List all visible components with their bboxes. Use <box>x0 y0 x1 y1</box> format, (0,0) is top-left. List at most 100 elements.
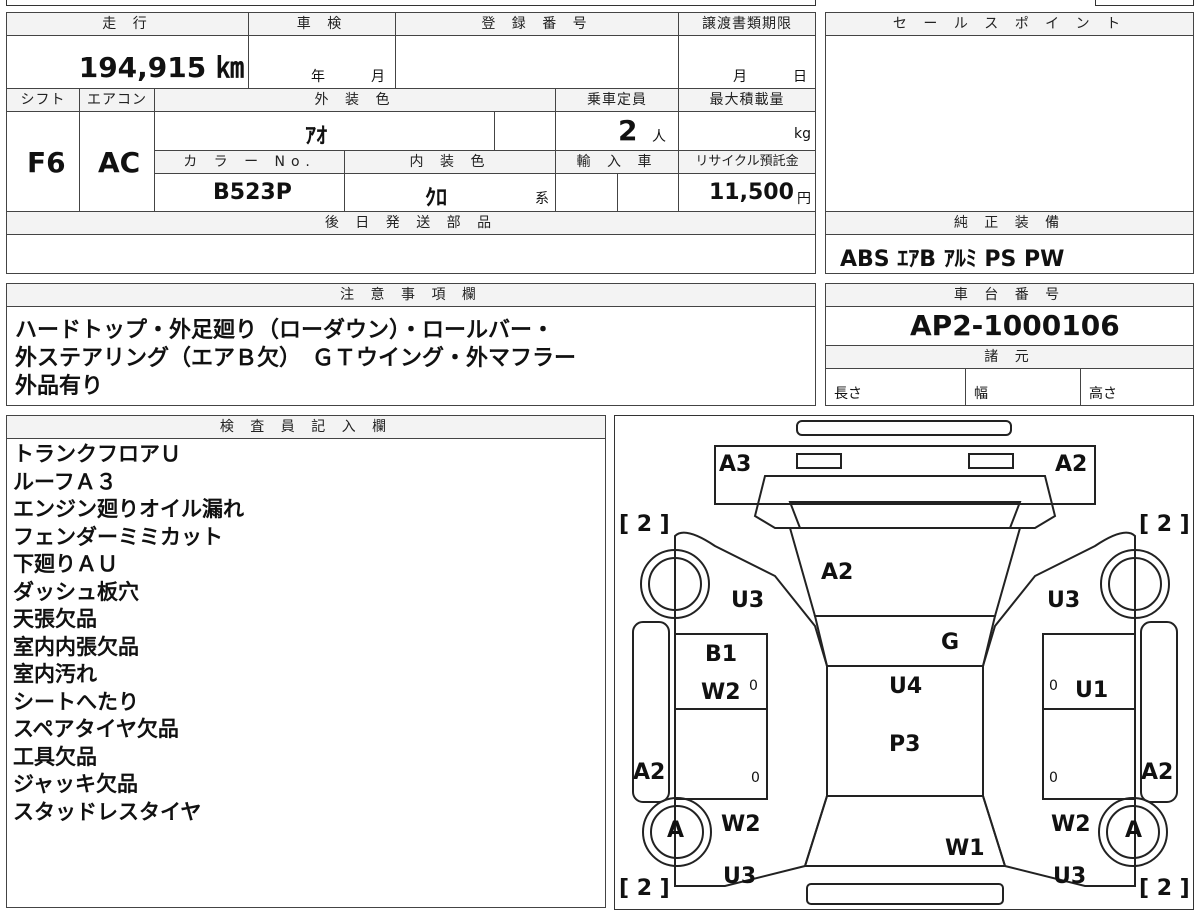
label-hood-p: P3 <box>889 732 921 757</box>
label-left-rear-door: B1 <box>705 642 738 667</box>
shift-value: F6 <box>27 146 66 179</box>
rear-lamp-left <box>796 453 842 469</box>
inspector-item: スペアタイヤ欠品 <box>13 717 179 741</box>
registration-cell <box>395 35 679 89</box>
maxload-cell: kg <box>678 111 816 151</box>
color-no-cell: B523P <box>154 173 345 212</box>
notes-label: 注 意 事 項 欄 <box>6 283 816 307</box>
color-no-value: B523P <box>213 180 292 205</box>
color-no-label: カ ラ ー No. <box>154 150 345 174</box>
recycle-cell: 11,500 円 <box>678 173 816 212</box>
inspector-item: ジャッキ欠品 <box>13 772 138 796</box>
capacity-unit: 人 <box>652 129 666 145</box>
top-strip <box>6 0 816 6</box>
label-left-front: W2 <box>721 812 761 837</box>
exterior-value: ｱｵ <box>305 124 328 149</box>
length-label: 長さ <box>834 386 862 402</box>
aircon-value: AC <box>98 146 141 179</box>
maxload-label: 最大積載量 <box>678 88 816 112</box>
mileage-label: 走 行 <box>6 12 249 36</box>
rear-window <box>788 501 1022 529</box>
label-wheel-right: A <box>1125 818 1143 843</box>
label-right-front-u: U3 <box>1053 864 1087 889</box>
notes-line: 外品有り <box>15 374 104 399</box>
label-left-sill: A2 <box>633 760 666 785</box>
notes-line: 外ステアリング（エアＢ欠） ＧＴウイング・外マフラー <box>15 346 577 371</box>
label-zero-d: 0 <box>1049 770 1058 786</box>
interior-value: ｸﾛ <box>425 186 448 211</box>
maxload-unit: kg <box>794 126 811 142</box>
label-right-front: W2 <box>1051 812 1091 837</box>
rear-lamp-right <box>968 453 1014 469</box>
mileage-cell: 194,915 ㎞ <box>6 35 249 89</box>
transfer-label: 譲渡書類期限 <box>678 12 816 36</box>
label-right-rear-quarter: U3 <box>1047 588 1081 613</box>
inspector-item: エンジン廻りオイル漏れ <box>13 497 244 521</box>
recycle-value: 11,500 <box>709 180 794 205</box>
label-roof-center: U4 <box>889 674 923 699</box>
inspector-item: 下廻りＡＵ <box>13 552 118 576</box>
width-label: 幅 <box>974 386 988 402</box>
notes-line: ハードトップ・外足廻り（ローダウン）・ロールバー・ <box>15 318 555 343</box>
later-parts-label: 後 日 発 送 部 品 <box>6 211 816 235</box>
recycle-unit: 円 <box>797 191 811 207</box>
mileage-value: 194,915 ㎞ <box>78 51 244 84</box>
transfer-month: 月 <box>733 69 747 85</box>
length-cell: 長さ <box>825 368 966 406</box>
label-zero-a: 0 <box>749 678 758 694</box>
capacity-value: 2 <box>618 114 638 147</box>
import-label: 輸 入 車 <box>555 150 679 174</box>
front-bumper <box>806 883 1004 905</box>
label-left-door-w: W2 <box>701 680 741 705</box>
width-cell: 幅 <box>965 368 1081 406</box>
label-right-sill: A2 <box>1141 760 1174 785</box>
label-rear-left: A3 <box>719 452 752 477</box>
chassis-value: AP2-1000106 <box>910 309 1120 342</box>
inspector-item: シートへたり <box>13 689 139 714</box>
rear-bumper <box>796 420 1012 436</box>
exterior-cell: ｱｵ <box>154 111 495 151</box>
interior-label: 内 装 色 <box>344 150 556 174</box>
label-roof: G <box>941 630 960 655</box>
inspector-item: 室内内張欠品 <box>13 634 139 659</box>
shift-cell: F6 <box>6 111 80 212</box>
specs-label: 諸 元 <box>825 345 1194 369</box>
inspector-label: 検 査 員 記 入 欄 <box>6 415 606 439</box>
inspector-item: フェンダーミミカット <box>13 524 223 549</box>
label-windshield: W1 <box>945 836 985 861</box>
label-bracket-bl: [ 2 ] <box>619 876 670 901</box>
inspector-item: ルーフＡ３ <box>13 469 117 494</box>
height-cell: 高さ <box>1080 368 1194 406</box>
inspection-month: 月 <box>371 69 385 85</box>
label-zero-c: 0 <box>751 770 760 786</box>
genuine-label: 純 正 装 備 <box>825 211 1194 235</box>
inspection-cell: 年 月 <box>248 35 396 89</box>
label-rear-right: A2 <box>1055 452 1088 477</box>
inspector-item: スタッドレスタイヤ <box>13 799 202 824</box>
genuine-value: ABS ｴｱB ｱﾙﾐ PS PW <box>840 247 1065 272</box>
import-cell-a <box>555 173 618 212</box>
transfer-day: 日 <box>793 69 807 85</box>
chassis-label: 車 台 番 号 <box>825 283 1194 307</box>
later-parts-area <box>6 234 816 274</box>
inspector-item: ダッシュ板穴 <box>13 579 139 604</box>
transfer-cell: 月 日 <box>678 35 816 89</box>
top-strip-right <box>1095 0 1194 6</box>
registration-label: 登 録 番 号 <box>395 12 679 36</box>
inspector-item: トランクフロアＵ <box>13 442 181 466</box>
label-trunk: A2 <box>821 560 854 585</box>
label-zero-b: 0 <box>1049 678 1058 694</box>
interior-cell: ｸﾛ 系 <box>344 173 556 212</box>
exterior-label: 外 装 色 <box>154 88 556 112</box>
notes-area: ハードトップ・外足廻り（ローダウン）・ロールバー・ 外ステアリング（エアＢ欠） … <box>6 306 816 406</box>
aircon-cell: AC <box>79 111 155 212</box>
chassis-cell: AP2-1000106 <box>825 306 1194 346</box>
inspector-area: トランクフロアＵ ルーフＡ３ エンジン廻りオイル漏れ フェンダーミミカット 下廻りＡＵ ダ… <box>6 438 606 908</box>
exterior-sub-cell <box>494 111 556 151</box>
capacity-label: 乗車定員 <box>555 88 679 112</box>
inspector-item: 室内汚れ <box>13 662 97 686</box>
import-cell-b <box>617 173 679 212</box>
salespoint-area <box>825 35 1194 212</box>
interior-suffix: 系 <box>535 191 549 207</box>
roof-panel <box>813 615 997 667</box>
